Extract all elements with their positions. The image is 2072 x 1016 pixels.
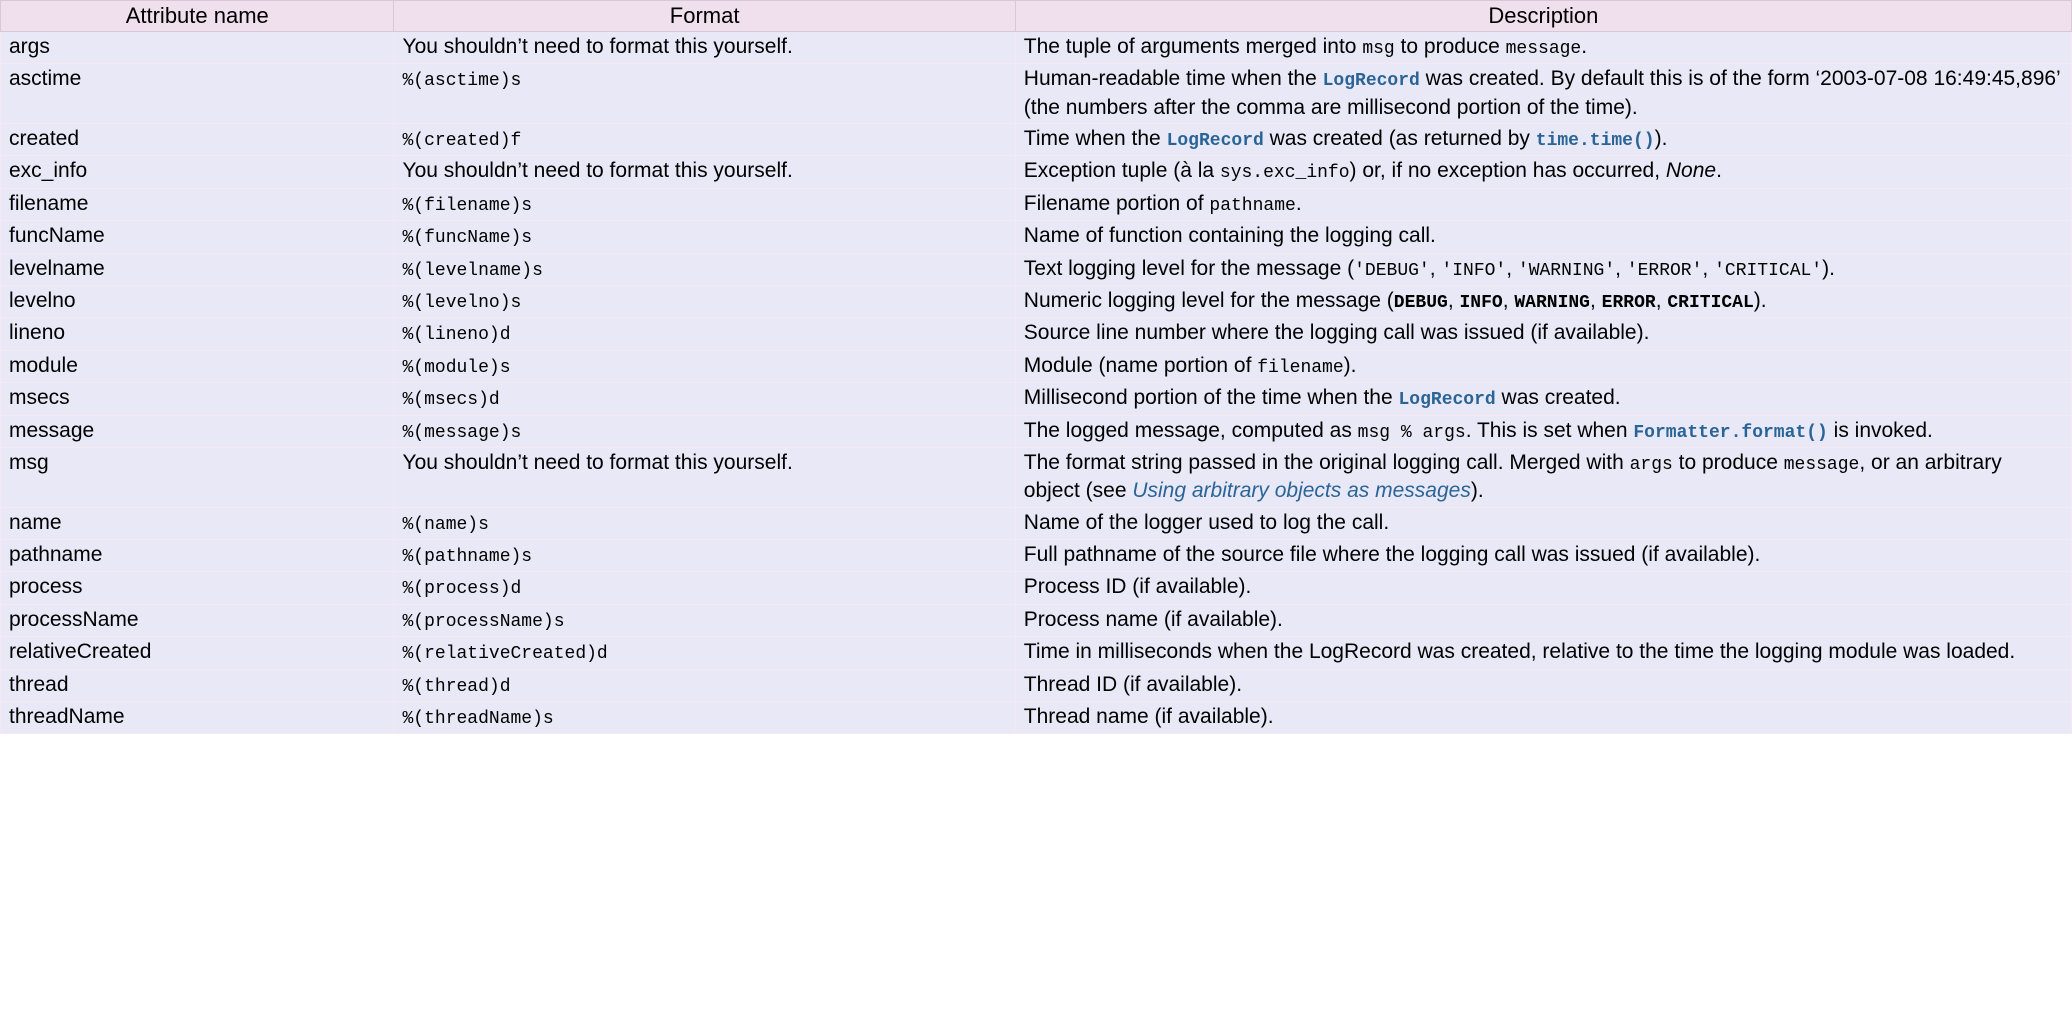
format-cell: %(created)f [394,124,1015,156]
description-cell: The format string passed in the original… [1015,447,2071,507]
description-cell: Source line number where the logging cal… [1015,318,2071,350]
table-row: relativeCreated%(relativeCreated)dTime i… [1,637,2072,669]
attr-name-cell: pathname [1,540,394,572]
description-cell: Thread name (if available). [1015,702,2071,734]
attr-name-cell: name [1,507,394,539]
table-row: pathname%(pathname)sFull pathname of the… [1,540,2072,572]
description-cell: Millisecond portion of the time when the… [1015,383,2071,415]
format-cell: %(funcName)s [394,221,1015,253]
table-header-row: Attribute name Format Description [1,1,2072,32]
description-cell: Name of function containing the logging … [1015,221,2071,253]
table-row: msecs%(msecs)dMillisecond portion of the… [1,383,2072,415]
format-cell: %(pathname)s [394,540,1015,572]
attr-name-cell: msecs [1,383,394,415]
description-cell: Numeric logging level for the message (D… [1015,286,2071,318]
table-row: msgYou shouldn’t need to format this you… [1,447,2072,507]
header-format: Format [394,1,1015,32]
description-cell: Filename portion of pathname. [1015,188,2071,220]
attr-name-cell: processName [1,604,394,636]
logrecord-attributes-table: Attribute name Format Description argsYo… [0,0,2072,734]
description-cell: Process ID (if available). [1015,572,2071,604]
description-cell: The logged message, computed as msg % ar… [1015,415,2071,447]
attr-name-cell: asctime [1,64,394,124]
table-row: levelname%(levelname)sText logging level… [1,253,2072,285]
table-row: filename%(filename)sFilename portion of … [1,188,2072,220]
table-row: message%(message)sThe logged message, co… [1,415,2072,447]
attr-name-cell: thread [1,669,394,701]
table-row: name%(name)sName of the logger used to l… [1,507,2072,539]
format-cell: %(module)s [394,350,1015,382]
format-cell: %(thread)d [394,669,1015,701]
attr-name-cell: message [1,415,394,447]
attr-name-cell: relativeCreated [1,637,394,669]
format-cell: %(filename)s [394,188,1015,220]
table-row: exc_infoYou shouldn’t need to format thi… [1,156,2072,188]
table-row: module%(module)sModule (name portion of … [1,350,2072,382]
format-cell: %(levelname)s [394,253,1015,285]
format-cell: %(processName)s [394,604,1015,636]
table-row: process%(process)dProcess ID (if availab… [1,572,2072,604]
table-row: lineno%(lineno)dSource line number where… [1,318,2072,350]
attr-name-cell: funcName [1,221,394,253]
header-description: Description [1015,1,2071,32]
format-cell: %(message)s [394,415,1015,447]
description-cell: Thread ID (if available). [1015,669,2071,701]
description-cell: Text logging level for the message ('DEB… [1015,253,2071,285]
table-row: threadName%(threadName)sThread name (if … [1,702,2072,734]
description-cell: Process name (if available). [1015,604,2071,636]
description-cell: Full pathname of the source file where t… [1015,540,2071,572]
attr-name-cell: levelname [1,253,394,285]
attr-name-cell: filename [1,188,394,220]
description-cell: Human-readable time when the LogRecord w… [1015,64,2071,124]
description-cell: Name of the logger used to log the call. [1015,507,2071,539]
description-cell: Time in milliseconds when the LogRecord … [1015,637,2071,669]
format-cell: %(levelno)s [394,286,1015,318]
format-cell: %(relativeCreated)d [394,637,1015,669]
format-cell: %(name)s [394,507,1015,539]
attr-name-cell: exc_info [1,156,394,188]
format-cell: %(msecs)d [394,383,1015,415]
table-row: funcName%(funcName)sName of function con… [1,221,2072,253]
header-attribute-name: Attribute name [1,1,394,32]
table-row: levelno%(levelno)sNumeric logging level … [1,286,2072,318]
description-cell: Time when the LogRecord was created (as … [1015,124,2071,156]
format-cell: %(threadName)s [394,702,1015,734]
attr-name-cell: module [1,350,394,382]
attr-name-cell: created [1,124,394,156]
description-cell: Module (name portion of filename). [1015,350,2071,382]
description-cell: The tuple of arguments merged into msg t… [1015,32,2071,64]
attr-name-cell: process [1,572,394,604]
attr-name-cell: threadName [1,702,394,734]
format-cell: You shouldn’t need to format this yourse… [394,447,1015,507]
format-cell: %(process)d [394,572,1015,604]
attr-name-cell: args [1,32,394,64]
format-cell: You shouldn’t need to format this yourse… [394,32,1015,64]
attr-name-cell: levelno [1,286,394,318]
format-cell: You shouldn’t need to format this yourse… [394,156,1015,188]
table-row: processName%(processName)sProcess name (… [1,604,2072,636]
attr-name-cell: msg [1,447,394,507]
format-cell: %(lineno)d [394,318,1015,350]
description-cell: Exception tuple (à la sys.exc_info) or, … [1015,156,2071,188]
table-row: argsYou shouldn’t need to format this yo… [1,32,2072,64]
format-cell: %(asctime)s [394,64,1015,124]
attr-name-cell: lineno [1,318,394,350]
table-row: thread%(thread)dThread ID (if available)… [1,669,2072,701]
table-row: created%(created)fTime when the LogRecor… [1,124,2072,156]
table-row: asctime%(asctime)sHuman-readable time wh… [1,64,2072,124]
